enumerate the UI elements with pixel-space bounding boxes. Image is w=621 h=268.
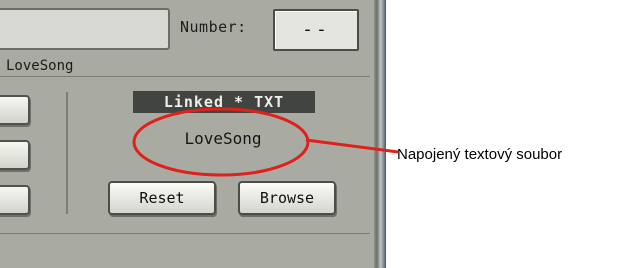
annotation-overlay xyxy=(132,107,399,177)
highlight-ellipse xyxy=(132,107,310,177)
callout-line xyxy=(305,138,399,154)
annotation-label: Napojený textový soubor xyxy=(397,146,563,163)
